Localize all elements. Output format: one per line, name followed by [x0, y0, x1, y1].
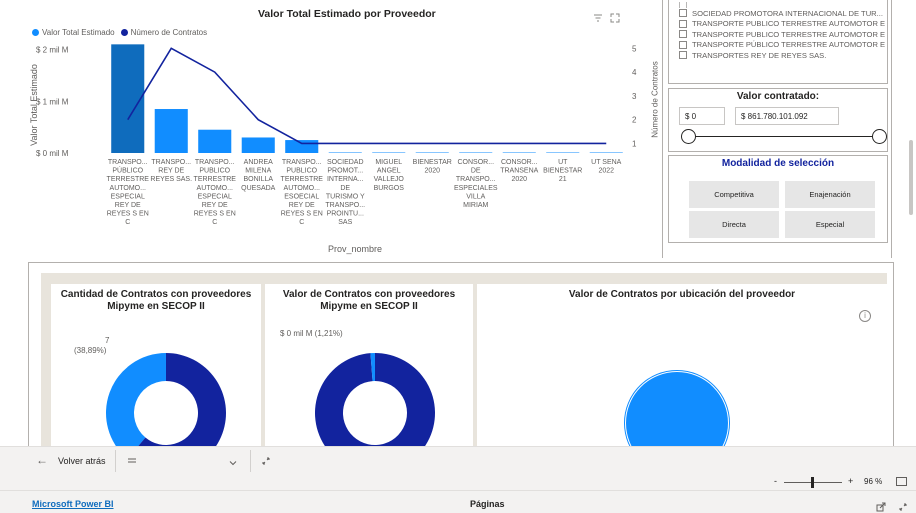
y-left-tick-label: $ 1 mil M [36, 97, 69, 106]
zoom-bar: - + 96 % [0, 474, 916, 490]
bar [459, 152, 493, 153]
x-tick-label: TRANSPO... PÚBLICO TERRESTRE AUTOMO... ESPEC… [107, 159, 150, 226]
x-tick-label: BIENESTAR 2020 [413, 159, 452, 175]
card-ubicacion[interactable]: Valor de Contratos por ubicación del pro… [477, 284, 887, 475]
line-series-contratos [127, 47, 607, 145]
zoom-in-button[interactable]: + [848, 476, 853, 486]
x-tick-label: TRANSPO... PUBLICO TERRESTRE AUTOMO... ESPEC… [194, 159, 237, 226]
bar [154, 109, 188, 153]
bar [589, 152, 623, 153]
card-cantidad-label-value: 7 [105, 336, 110, 345]
y-right-tick-label: 5 [632, 44, 637, 53]
bar-line-chart: $ 2 mil M $ 1 mil M $ 0 mil M 5 4 3 2 1 TRANSPO.… [36, 44, 637, 226]
bar [198, 129, 232, 153]
pages-button[interactable]: Páginas [470, 499, 505, 509]
chevron-down-icon[interactable] [228, 455, 238, 466]
x-tick-label: UT SENA 2022 [591, 159, 622, 175]
right-filter-panel: SOCIEDAD PROMOTORA INTERNACIONAL DE TUR.… [662, 0, 892, 258]
bar [415, 152, 449, 153]
y-left-tick-label: $ 0 mil M [36, 149, 69, 158]
checkbox[interactable] [679, 51, 687, 60]
card-valor-donut [315, 353, 435, 449]
divider [115, 450, 116, 472]
min-value-input[interactable]: $ 0 [679, 107, 725, 125]
y-right-tick-label: 3 [632, 92, 637, 101]
y-left-tick-label: $ 2 mil M [36, 46, 69, 55]
bar [328, 152, 362, 153]
x-tick-label: ANDREA MILENA BONILLA QUESADA [241, 159, 276, 192]
bar [372, 152, 406, 153]
range-track[interactable] [687, 136, 879, 137]
divider [250, 450, 251, 472]
donut-slice-mipyme [106, 353, 166, 449]
range-handle-min[interactable] [681, 129, 696, 144]
x-tick-label: MIGUEL ANGEL VALLEJO BURGOS [374, 159, 405, 192]
footer-bar: Microsoft Power BI Páginas [0, 490, 916, 513]
info-icon[interactable]: i [859, 310, 871, 322]
back-button[interactable]: Volver atrás [58, 456, 106, 466]
bar [111, 44, 145, 153]
y-right-tick-label: 4 [632, 68, 637, 77]
bar [546, 152, 580, 153]
modalidad-directa[interactable]: Directa [689, 211, 779, 238]
nav-bar: ← Volver atrás [0, 446, 916, 474]
share-icon[interactable] [876, 499, 886, 512]
report-canvas: Valor Total Estimado por Proveedor Valor… [0, 0, 916, 513]
bottom-section: Cantidad de Contratos con proveedores Mi… [28, 262, 894, 475]
checkbox[interactable] [679, 9, 687, 18]
modalidad-slicer: Modalidad de selección Competitiva Enaje… [668, 155, 888, 243]
card-valor-mipyme[interactable]: Valor de Contratos con proveedores Mipym… [265, 284, 473, 449]
card-cantidad-donut [106, 353, 226, 449]
card-cantidad-title: Cantidad de Contratos con proveedores Mi… [60, 289, 252, 312]
zoom-out-button[interactable]: - [774, 476, 777, 486]
list-item[interactable]: TRANSPORTE PUBLICO TERRESTRE AUTOMOTOR E… [679, 19, 885, 30]
x-tick-label: CONSOR... DE TRANSPO... ESPECIALES VILLA MIRI… [454, 159, 498, 209]
x-tick-label: TRANSPO... REY DE REYES SAS. [150, 159, 192, 183]
bar [285, 140, 319, 153]
fit-page-icon[interactable] [896, 477, 907, 486]
fullscreen-icon[interactable] [898, 499, 908, 511]
card-cantidad-mipyme[interactable]: Cantidad de Contratos con proveedores Mi… [51, 284, 261, 449]
list-item[interactable]: TRANSPORTES REY DE REYES SAS. [679, 50, 885, 61]
checkbox[interactable] [679, 30, 687, 39]
arrow-left-icon[interactable]: ← [36, 453, 48, 467]
provider-list: SOCIEDAD PROMOTORA INTERNACIONAL DE TUR.… [679, 2, 885, 61]
bar [502, 152, 536, 153]
list-item[interactable]: TRANSPORTE PUBLICO TERRESTRE AUTOMOTOR E… [679, 29, 885, 40]
expand-icon[interactable] [261, 453, 271, 465]
provider-list-slicer: SOCIEDAD PROMOTORA INTERNACIONAL DE TUR.… [668, 0, 888, 84]
range-handle-max[interactable] [872, 129, 887, 144]
checkbox[interactable] [679, 19, 687, 28]
list-item[interactable] [679, 2, 885, 8]
power-bi-link[interactable]: Microsoft Power BI [32, 499, 114, 509]
card-valor-title: Valor de Contratos con proveedores Mipym… [282, 289, 456, 312]
pages-list-icon[interactable] [127, 453, 137, 463]
modalidad-competitiva[interactable]: Competitiva [689, 181, 779, 208]
valor-slicer-title: Valor contratado: [736, 91, 820, 102]
x-tick-label: UT BIENESTAR 21 [543, 159, 582, 183]
list-item[interactable]: SOCIEDAD PROMOTORA INTERNACIONAL DE TUR.… [679, 8, 885, 19]
max-value-input[interactable]: $ 861.780.101.092 [735, 107, 839, 125]
checkbox[interactable] [679, 40, 687, 49]
modalidad-title: Modalidad de selección [721, 158, 835, 169]
page-scrollbar[interactable] [909, 140, 913, 215]
zoom-level: 96 % [864, 477, 883, 486]
top-chart-visual[interactable]: Valor Total Estimado por Proveedor Valor… [28, 0, 660, 258]
y-right-tick-label: 1 [632, 139, 637, 148]
valor-slicer: Valor contratado: $ 0 $ 861.780.101.092 [668, 88, 888, 152]
donut-slice-other [315, 353, 435, 449]
modalidad-especial[interactable]: Especial [785, 211, 875, 238]
bar [241, 137, 275, 153]
x-tick-label: TRANSPO... PUBLICO TERRESTRE AUTOMO... ESOEC… [281, 159, 324, 226]
card-valor-label: $ 0 mil M (1,21%) [280, 329, 343, 338]
modalidad-enajenacion[interactable]: Enajenación [785, 181, 875, 208]
zoom-slider-thumb[interactable] [810, 477, 814, 488]
list-item[interactable]: TRANSPORTE PÚBLICO TERRESTRE AUTOMOTOR E… [679, 40, 885, 51]
card-ubicacion-title: Valor de Contratos por ubicación del pro… [568, 289, 796, 300]
x-tick-label: SOCIEDAD PROMOT... INTERNA... DE TURISMO Y TR… [325, 159, 365, 226]
x-tick-label: CONSOR... TRANSENA 2020 [500, 159, 538, 183]
y-right-tick-label: 2 [632, 116, 637, 125]
